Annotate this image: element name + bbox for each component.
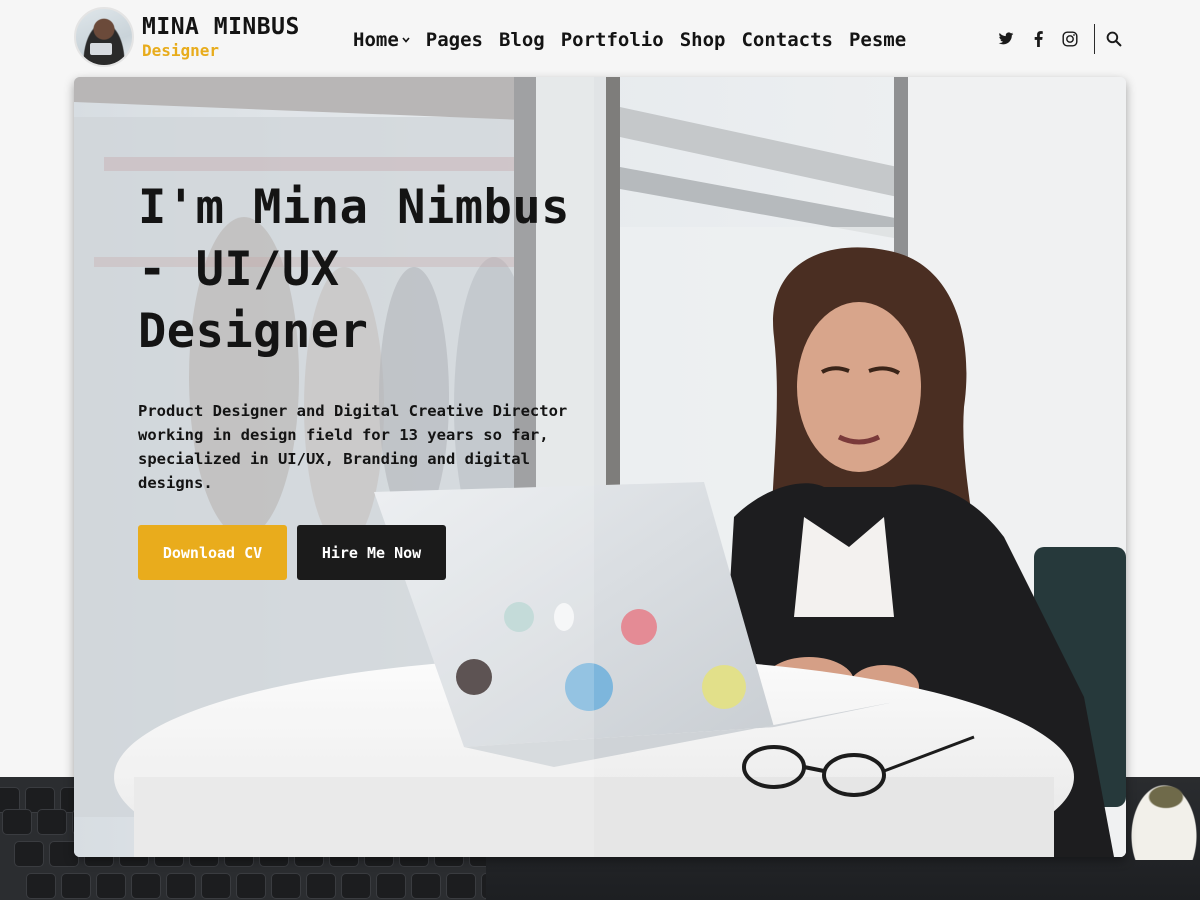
social-links bbox=[996, 24, 1125, 54]
facebook-icon[interactable] bbox=[1028, 29, 1048, 49]
keyboard-key bbox=[411, 873, 441, 899]
keyboard-key bbox=[236, 873, 266, 899]
nav-item-home[interactable]: Home bbox=[353, 27, 410, 53]
keyboard-key bbox=[446, 873, 476, 899]
brand-text: MINA MINBUS Designer bbox=[142, 7, 300, 61]
header-divider bbox=[1094, 24, 1095, 54]
nav-item-pesme[interactable]: Pesme bbox=[849, 28, 906, 52]
hero-title: I'm Mina Nimbus - UI/UX Designer bbox=[138, 180, 570, 359]
nav-item-contacts[interactable]: Contacts bbox=[741, 28, 833, 52]
nav-item-blog[interactable]: Blog bbox=[499, 28, 545, 52]
keyboard-key bbox=[166, 873, 196, 899]
nav-item-label: Contacts bbox=[741, 29, 833, 51]
nav-item-pages[interactable]: Pages bbox=[426, 28, 483, 52]
avatar[interactable] bbox=[74, 7, 134, 67]
download-cv-button[interactable]: Download CV bbox=[138, 525, 287, 580]
brand-role: Designer bbox=[142, 41, 220, 60]
nav-item-shop[interactable]: Shop bbox=[680, 28, 726, 52]
site-header: MINA MINBUS Designer Home Pages Blog Por… bbox=[0, 0, 1200, 76]
nav-item-portfolio[interactable]: Portfolio bbox=[561, 28, 664, 52]
keyboard-key bbox=[306, 873, 336, 899]
twitter-icon[interactable] bbox=[996, 29, 1016, 49]
keyboard-key bbox=[271, 873, 301, 899]
keyboard-key bbox=[2, 809, 32, 835]
search-icon[interactable] bbox=[1103, 28, 1125, 50]
hero-description: Product Designer and Digital Creative Di… bbox=[138, 402, 568, 492]
plant-image bbox=[1128, 780, 1200, 860]
keyboard-key bbox=[37, 809, 67, 835]
hire-me-button[interactable]: Hire Me Now bbox=[297, 525, 446, 580]
hero-section: I'm Mina Nimbus - UI/UX Designer Product… bbox=[74, 77, 1126, 857]
brand-name[interactable]: MINA MINBUS bbox=[142, 14, 300, 40]
keyboard-key bbox=[131, 873, 161, 899]
keyboard-key bbox=[96, 873, 126, 899]
chevron-down-icon bbox=[402, 29, 410, 53]
keyboard-key bbox=[61, 873, 91, 899]
nav-item-label: Pages bbox=[425, 29, 483, 51]
nav-item-label: Blog bbox=[498, 29, 545, 51]
keyboard-key bbox=[14, 841, 44, 867]
instagram-icon[interactable] bbox=[1060, 29, 1080, 49]
keyboard-key bbox=[481, 873, 486, 899]
keyboard-key bbox=[26, 873, 56, 899]
main-nav: Home Pages Blog Portfolio Shop Contacts … bbox=[353, 27, 922, 53]
keyboard-key bbox=[376, 873, 406, 899]
brand[interactable]: MINA MINBUS Designer bbox=[74, 7, 300, 67]
hero-content: I'm Mina Nimbus - UI/UX Designer Product… bbox=[138, 177, 578, 580]
nav-item-label: Portfolio bbox=[560, 29, 664, 51]
keyboard-key bbox=[201, 873, 231, 899]
nav-item-label: Pesme bbox=[848, 29, 907, 51]
keyboard-key bbox=[341, 873, 371, 899]
hero-buttons: Download CV Hire Me Now bbox=[138, 525, 578, 580]
nav-item-label: Home bbox=[353, 29, 399, 51]
nav-item-label: Shop bbox=[679, 29, 726, 51]
